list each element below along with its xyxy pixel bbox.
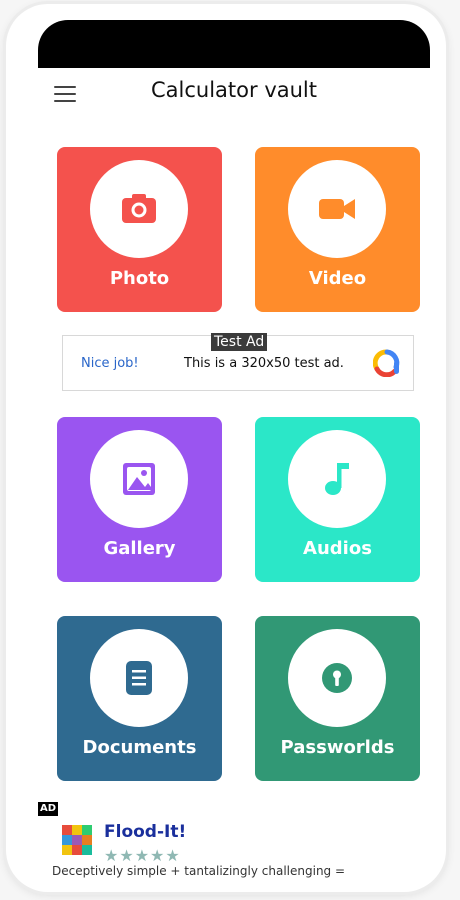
status-bar [38,20,430,68]
ad-headline: Nice job! [81,356,139,371]
test-ad-tag: Test Ad [211,333,268,351]
video-camera-icon [319,199,355,219]
audios-icon-circle [288,430,386,528]
ads-logo-icon [373,349,400,377]
video-icon-circle [288,160,386,258]
documents-label: Documents [82,737,197,758]
ad-badge: AD [38,802,59,816]
ad-banner[interactable]: Test Ad Nice job! This is a 320x50 test … [62,333,414,391]
rating-stars: ★★★★★ [104,846,181,865]
app-screen: Calculator vault Photo Video Test Ad Nic… [38,68,430,880]
lock-icon [322,663,352,693]
passwords-tile[interactable]: Passworlds [255,616,420,781]
gallery-icon-circle [90,430,188,528]
promo-description: Deceptively simple + tantalizingly chall… [52,864,346,878]
audios-label: Audios [303,538,372,559]
documents-tile[interactable]: Documents [57,616,222,781]
music-note-icon [325,463,349,495]
camera-icon [122,194,156,223]
photo-icon-circle [90,160,188,258]
passwords-icon-circle [288,629,386,727]
phone-frame: Calculator vault Photo Video Test Ad Nic… [6,4,446,892]
video-tile[interactable]: Video [255,147,420,312]
ad-body-text: This is a 320x50 test ad. [184,356,344,371]
audios-tile[interactable]: Audios [255,417,420,582]
photo-label: Photo [109,268,170,289]
video-label: Video [308,268,367,289]
image-icon [123,463,155,495]
gallery-tile[interactable]: Gallery [57,417,222,582]
gallery-label: Gallery [103,538,176,559]
cube-icon[interactable] [60,823,94,857]
passwords-label: Passworlds [280,737,395,758]
app-bar: Calculator vault [38,68,430,120]
document-icon [126,661,152,695]
promo-app-title[interactable]: Flood-It! [104,822,186,842]
documents-icon-circle [90,629,188,727]
photo-tile[interactable]: Photo [57,147,222,312]
app-title: Calculator vault [151,78,317,102]
